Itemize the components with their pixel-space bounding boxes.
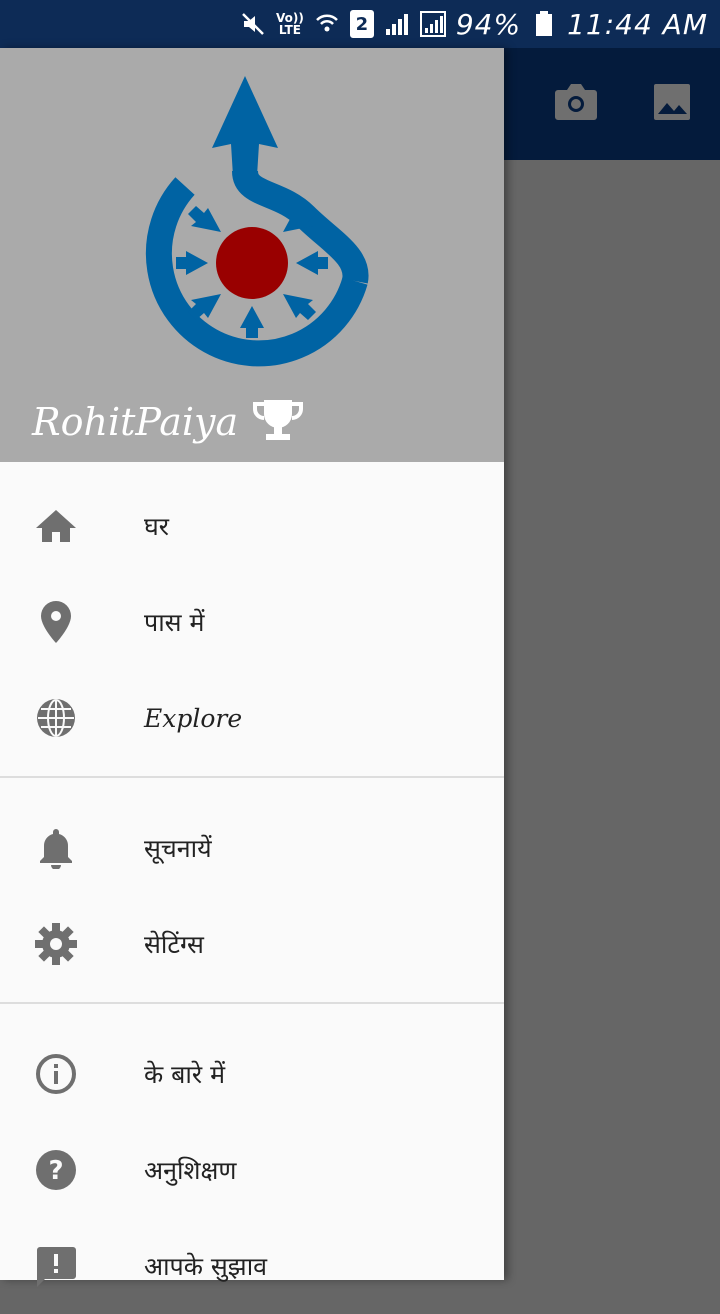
menu-item-home[interactable]: घर [0,478,504,574]
mute-icon [240,11,266,37]
image-icon[interactable] [650,80,694,124]
trophy-icon[interactable] [252,398,304,446]
commons-logo [145,76,369,367]
svg-text:?: ? [48,1156,63,1186]
feedback-icon [34,1244,78,1288]
camera-icon[interactable] [554,80,598,124]
menu-label-feedback: आपके सुझाव [144,1252,268,1281]
bell-icon [34,826,78,870]
wifi-icon [314,11,340,37]
menu-label-notifications: सूचनायें [144,834,212,863]
battery-icon [531,11,557,37]
clock: 11:44 AM [567,7,708,41]
username[interactable]: RohitPaiya [32,400,238,444]
globe-icon [34,696,78,740]
navigation-drawer: RohitPaiya घर पास में Explore सूचनायें स… [0,48,504,1287]
drawer-header: RohitPaiya [0,48,504,462]
signal-icon-2 [419,11,446,37]
signal-icon [384,11,410,37]
home-icon [34,504,78,548]
menu-label-settings: सेटिंग्स [144,930,204,959]
menu-item-explore[interactable]: Explore [0,670,504,766]
menu-item-nearby[interactable]: पास में [0,574,504,670]
menu-label-home: घर [144,512,170,541]
menu-item-feedback[interactable]: आपके सुझाव [0,1218,504,1314]
app-bar [504,48,720,160]
status-bar: Vo)) LTE 2 94% 11:44 AM [0,0,720,48]
gear-icon [34,922,78,966]
menu-item-tutorial[interactable]: ? अनुशिक्षण [0,1122,504,1218]
menu-item-notifications[interactable]: सूचनायें [0,800,504,896]
menu-divider [0,776,504,778]
menu-item-about[interactable]: के बारे में [0,1026,504,1122]
menu-item-settings[interactable]: सेटिंग्स [0,896,504,992]
volte-indicator: Vo)) LTE [276,11,304,37]
battery-percent: 94% [455,7,522,41]
info-icon [34,1052,78,1096]
content-scrim[interactable] [504,160,720,1280]
menu-label-nearby: पास में [144,608,205,637]
menu-label-explore: Explore [144,703,243,733]
drawer-menu: घर पास में Explore सूचनायें सेटिंग्स के … [0,462,504,1314]
sim-indicator: 2 [349,10,374,38]
menu-label-about: के बारे में [144,1060,226,1089]
help-icon: ? [34,1148,78,1192]
menu-label-tutorial: अनुशिक्षण [144,1156,237,1185]
location-pin-icon [34,600,78,644]
menu-divider [0,1002,504,1004]
